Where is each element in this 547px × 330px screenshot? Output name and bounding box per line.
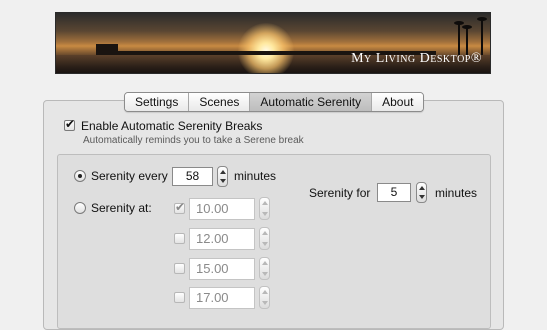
time-1-input[interactable]: 10.00 [189,198,255,220]
tab-bar: Settings Scenes Automatic Serenity About [124,92,425,112]
time-4-input[interactable]: 17.00 [189,287,255,309]
serenity-for-label: Serenity for [309,186,371,200]
serenity-for-input[interactable]: 5 [377,183,411,202]
enable-serenity-label[interactable]: Enable Automatic Serenity Breaks [81,119,262,133]
stepper-down-arrow-icon[interactable] [262,242,268,246]
stepper-up-arrow-icon[interactable] [262,231,268,235]
stepper-up-arrow-icon[interactable] [262,290,268,294]
stepper-down-arrow-icon[interactable] [220,179,226,183]
brand-logo-text: My Living Desktop® [351,51,482,66]
serenity-every-radio[interactable] [74,170,86,182]
tab-scenes[interactable]: Scenes [189,93,251,111]
banner-sun [238,23,294,73]
stepper-down-arrow-icon[interactable] [262,272,268,276]
time-2-checkbox[interactable] [174,233,185,244]
banner-palm [481,19,483,55]
stepper-up-arrow-icon[interactable] [419,186,425,190]
serenity-every-unit: minutes [234,169,277,183]
stepper-down-arrow-icon[interactable] [419,195,425,199]
serenity-at-label[interactable]: Serenity at: [91,201,152,215]
serenity-every-stepper[interactable] [217,166,228,187]
serenity-every-input[interactable]: 58 [172,167,213,186]
time-1-checkbox[interactable] [174,200,185,214]
tab-settings[interactable]: Settings [125,93,190,111]
stepper-up-arrow-icon[interactable] [262,201,268,205]
time-3-input[interactable]: 15.00 [189,258,255,280]
serenity-at-radio[interactable] [74,202,86,214]
time-4-stepper[interactable] [259,286,270,309]
time-2-input[interactable]: 12.00 [189,228,255,250]
app-banner: My Living Desktop® [55,12,491,74]
stepper-up-arrow-icon[interactable] [220,170,226,174]
enable-serenity-checkbox[interactable] [64,117,75,131]
tab-about[interactable]: About [372,93,424,111]
enable-serenity-description: Automatically reminds you to take a Sere… [83,135,304,146]
serenity-every-label[interactable]: Serenity every [91,169,168,183]
serenity-for-stepper[interactable] [416,182,427,203]
banner-palm-fronds [477,17,487,21]
banner-palm-fronds [454,21,464,25]
stepper-down-arrow-icon[interactable] [262,212,268,216]
time-4-checkbox[interactable] [174,292,185,303]
time-1-stepper[interactable] [259,197,270,220]
time-2-stepper[interactable] [259,227,270,250]
stepper-up-arrow-icon[interactable] [262,261,268,265]
serenity-for-unit: minutes [435,186,478,200]
time-3-stepper[interactable] [259,257,270,280]
banner-palm-fronds [462,25,472,29]
stepper-down-arrow-icon[interactable] [262,301,268,305]
time-3-checkbox[interactable] [174,263,185,274]
tab-automatic-serenity[interactable]: Automatic Serenity [250,93,373,111]
